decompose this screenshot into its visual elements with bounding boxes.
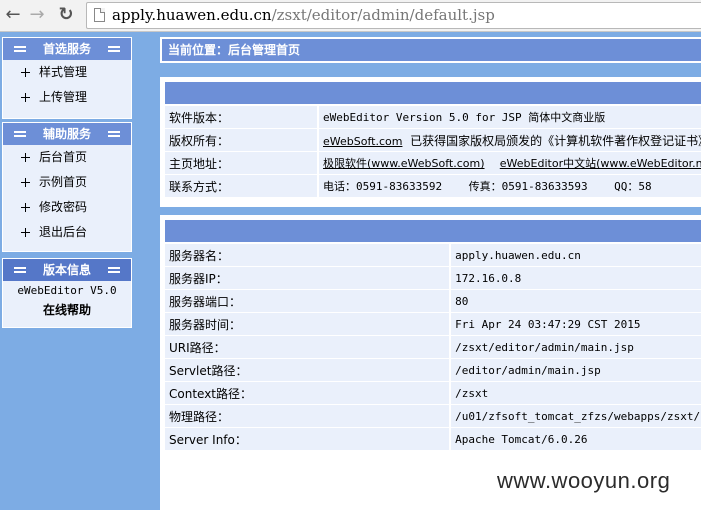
sidebar-item-admin-home[interactable]: 后台首页	[3, 145, 131, 170]
row-value: 172.16.0.8	[450, 266, 701, 290]
row-label: URI路径：	[165, 335, 452, 359]
back-arrow-icon[interactable]: ←	[2, 4, 24, 26]
bullet-icon	[21, 203, 30, 212]
row-value: /u01/zfsoft_tomcat_zfzs/webapps/zsxt/	[450, 404, 701, 428]
table-row: 服务器端口： 80	[165, 289, 701, 313]
row-label: Servlet路径：	[165, 358, 452, 382]
table-row: 联系方式： 电话：0591-83633592 传真：0591-83633593 …	[165, 174, 701, 198]
row-value: Apache Tomcat/6.0.26	[450, 427, 701, 451]
breadcrumb: 当前位置：后台管理首页	[160, 37, 701, 63]
sidebar-item-label: 修改密码	[39, 200, 88, 214]
software-info-header	[165, 82, 701, 104]
server-info-table: 服务器名： apply.huawen.edu.cn 服务器IP： 172.16.0.…	[165, 244, 701, 451]
row-label: 服务器端口：	[165, 289, 452, 313]
url-host: apply.huawen.edu.cn	[112, 6, 272, 24]
sidebar-preferred-title: 首选服务	[42, 42, 91, 56]
sidebar-item-label: 后台首页	[39, 150, 88, 164]
ewebsoft-link[interactable]: eWebSoft.com	[323, 135, 402, 148]
browser-toolbar: ← → ↻ apply.huawen.edu.cn/zsxt/editor/ad…	[0, 0, 701, 32]
bullet-icon	[21, 228, 30, 237]
version-name: eWebEditor V5.0	[17, 284, 117, 297]
software-info-panel: 软件版本： eWebEditor Version 5.0 for JSP 简体中…	[160, 77, 701, 207]
table-row: 版权所有： eWebSoft.com 已获得国家版权局颁发的《计算机软件著作权登…	[165, 128, 701, 152]
row-label: Server Info：	[165, 427, 452, 451]
row-label: 联系方式：	[165, 174, 319, 198]
menu-bars-icon	[108, 46, 120, 52]
homepage-link[interactable]: 极限软件(www.eWebSoft.com)	[323, 157, 485, 170]
table-row: 软件版本： eWebEditor Version 5.0 for JSP 简体中…	[165, 106, 701, 129]
reload-icon[interactable]: ↻	[55, 4, 77, 26]
contact-value: 电话：0591-83633592 传真：0591-83633593 QQ：58	[318, 174, 701, 198]
sidebar-aux-header: 辅助服务	[3, 123, 131, 145]
sidebar-version-header: 版本信息	[3, 259, 131, 281]
table-row: 服务器名： apply.huawen.edu.cn	[165, 244, 701, 267]
row-label: 版权所有：	[165, 128, 319, 152]
copyright-text: 已获得国家版权局颁发的《计算机软件著作权登记证书》	[410, 133, 701, 148]
table-row: Server Info： Apache Tomcat/6.0.26	[165, 427, 701, 451]
sidebar-item-label: 样式管理	[39, 65, 88, 79]
server-info-panel: 服务器名： apply.huawen.edu.cn 服务器IP： 172.16.0.…	[160, 215, 701, 510]
online-help-link[interactable]: 在线帮助	[3, 301, 131, 321]
row-value: 80	[450, 289, 701, 313]
row-label: Context路径：	[165, 381, 452, 405]
row-label: 物理路径：	[165, 404, 452, 428]
menu-bars-icon	[108, 131, 120, 137]
sidebar-item-upload-manage[interactable]: 上传管理	[3, 85, 131, 110]
table-row: Context路径：/zsxt	[165, 381, 701, 405]
row-label: 主页地址：	[165, 151, 319, 175]
server-info-header	[165, 220, 701, 242]
bullet-icon	[21, 68, 30, 77]
sidebar-aux-services: 辅助服务 后台首页 示例首页 修改密码 退出后台	[2, 122, 132, 252]
menu-bars-icon	[108, 267, 120, 273]
address-url[interactable]: apply.huawen.edu.cn/zsxt/editor/admin/de…	[112, 6, 495, 24]
row-value: /zsxt	[450, 381, 701, 405]
row-label: 软件版本：	[165, 106, 319, 129]
sidebar-version-title: 版本信息	[42, 263, 91, 277]
chinese-site-link[interactable]: eWebEditor中文站(www.eWebEditor.net)	[500, 157, 701, 170]
row-label: 服务器IP：	[165, 266, 452, 290]
menu-bars-icon	[14, 267, 26, 273]
sidebar-item-logout[interactable]: 退出后台	[3, 220, 131, 245]
url-path: /zsxt/editor/admin/default.jsp	[271, 6, 495, 24]
sidebar-item-change-password[interactable]: 修改密码	[3, 195, 131, 220]
table-row: 服务器时间： Fri Apr 24 03:47:29 CST 2015	[165, 312, 701, 336]
sidebar-preferred-services: 首选服务 样式管理 上传管理	[2, 37, 132, 119]
table-row: 服务器IP： 172.16.0.8	[165, 266, 701, 290]
software-version-value: eWebEditor Version 5.0 for JSP 简体中文商业版	[318, 106, 701, 129]
table-row: 主页地址： 极限软件(www.eWebSoft.com) eWebEditor中…	[165, 151, 701, 175]
row-value: Fri Apr 24 03:47:29 CST 2015	[450, 312, 701, 336]
bullet-icon	[21, 153, 30, 162]
row-value: /editor/admin/main.jsp	[450, 358, 701, 382]
sidebar-item-style-manage[interactable]: 样式管理	[3, 60, 131, 85]
table-row: Servlet路径：/editor/admin/main.jsp	[165, 358, 701, 382]
sidebar-item-label: 退出后台	[39, 225, 88, 239]
row-value: /zsxt/editor/admin/main.jsp	[450, 335, 701, 359]
row-label: 服务器名：	[165, 244, 452, 267]
row-value: apply.huawen.edu.cn	[450, 244, 701, 267]
software-info-table: 软件版本： eWebEditor Version 5.0 for JSP 简体中…	[165, 106, 701, 198]
menu-bars-icon	[14, 131, 26, 137]
watermark-text: www.wooyun.org	[497, 468, 671, 493]
sidebar-item-label: 示例首页	[39, 175, 88, 189]
sidebar-aux-title: 辅助服务	[42, 127, 91, 141]
address-bar[interactable]: apply.huawen.edu.cn/zsxt/editor/admin/de…	[86, 2, 701, 29]
sidebar-item-label: 上传管理	[39, 90, 88, 104]
table-row: URI路径：/zsxt/editor/admin/main.jsp	[165, 335, 701, 359]
bullet-icon	[21, 93, 30, 102]
bullet-icon	[21, 178, 30, 187]
row-label: 服务器时间：	[165, 312, 452, 336]
sidebar-version-info: 版本信息 eWebEditor V5.0 在线帮助	[2, 258, 132, 328]
table-row: 物理路径：/u01/zfsoft_tomcat_zfzs/webapps/zsx…	[165, 404, 701, 428]
page-icon	[94, 8, 105, 22]
admin-page: 首选服务 样式管理 上传管理 辅助服务 后台首页 示例首页 修改密码 退出后台 …	[0, 32, 701, 510]
menu-bars-icon	[14, 46, 26, 52]
forward-arrow-icon[interactable]: →	[26, 4, 48, 26]
sidebar-item-demo-home[interactable]: 示例首页	[3, 170, 131, 195]
sidebar-preferred-header: 首选服务	[3, 38, 131, 60]
